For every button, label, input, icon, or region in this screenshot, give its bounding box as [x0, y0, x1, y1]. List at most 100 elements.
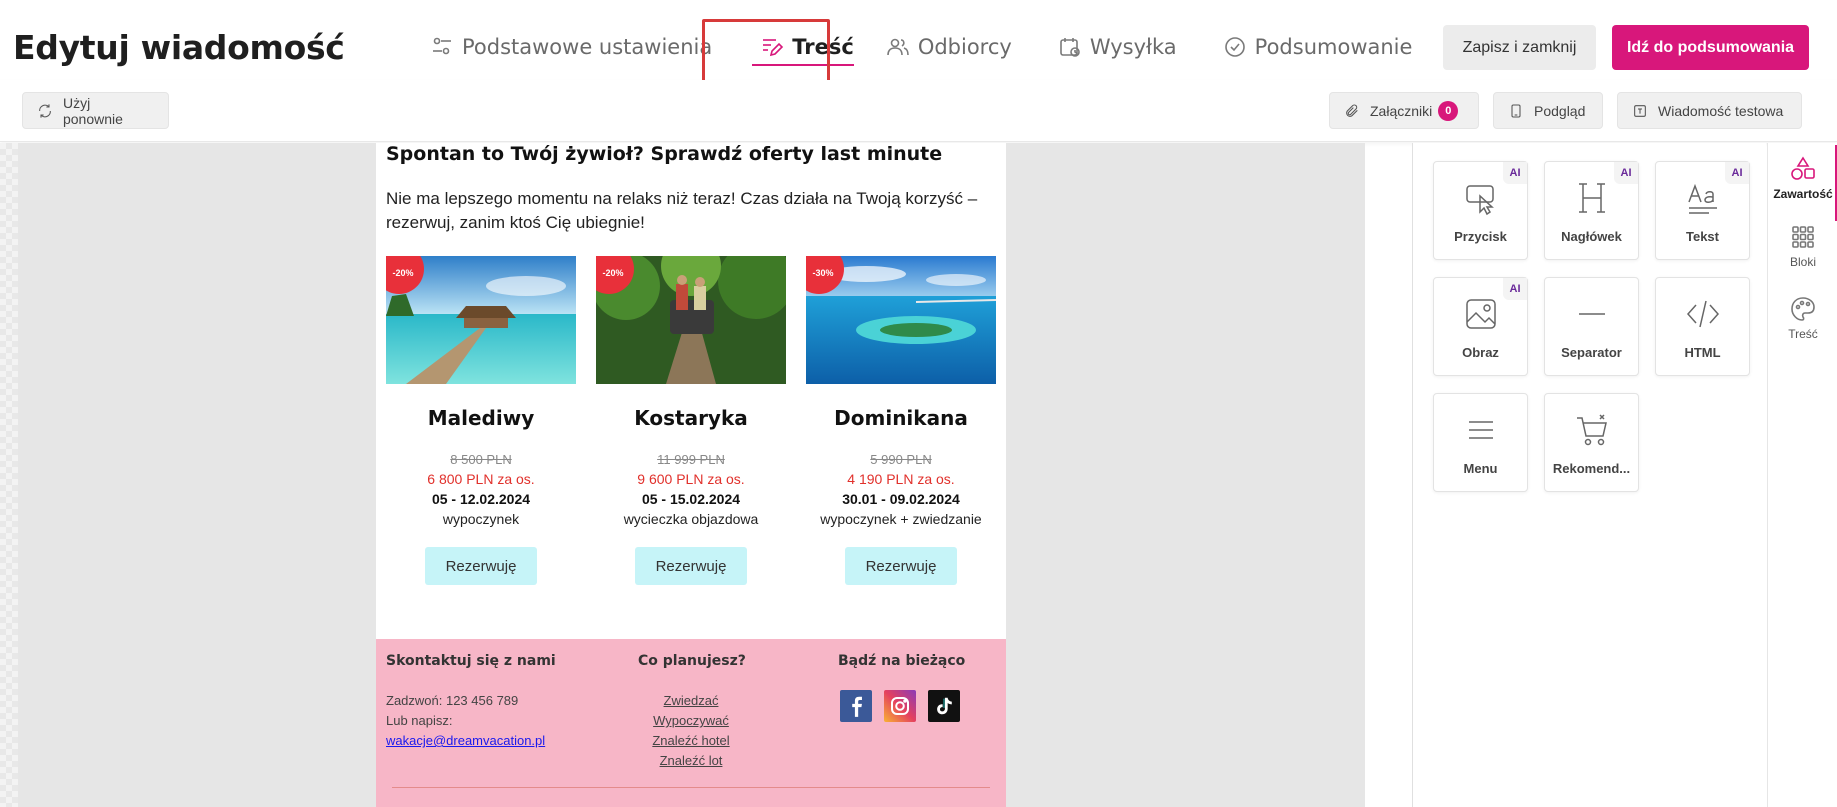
book-button[interactable]: Rezerwuję — [845, 547, 957, 585]
tile-label: Separator — [1561, 345, 1622, 360]
page-title: Edytuj wiadomość — [13, 28, 345, 67]
contact-title: Skontaktuj się z nami — [386, 653, 556, 669]
instagram-icon[interactable] — [884, 690, 916, 722]
step-sending[interactable]: Wysyłka — [1058, 20, 1177, 74]
sidenav-label: Bloki — [1789, 255, 1816, 269]
tiktok-icon[interactable] — [928, 690, 960, 722]
heading-icon — [1578, 183, 1605, 213]
offer-name: Kostaryka — [634, 406, 748, 430]
offer-new-price: 4 190 PLN za os. — [847, 471, 955, 487]
step-label: Treść — [792, 35, 854, 59]
offer-photo: -20% — [386, 256, 576, 384]
step-summary[interactable]: Podsumowanie — [1223, 20, 1413, 74]
sidenav-content[interactable]: Zawartość — [1768, 145, 1837, 221]
preview-label: Podgląd — [1534, 102, 1586, 119]
tile-label: Tekst — [1686, 229, 1719, 244]
image-icon — [1465, 299, 1496, 329]
step-content[interactable]: Treść — [742, 20, 872, 74]
offer-photo: -30% — [806, 256, 996, 384]
offer-old-price: 11 999 PLN — [657, 452, 725, 467]
offer-card: -20% Malediwy 8 500 PLN 6 800 PLN za os.… — [386, 256, 576, 585]
canvas-margin — [0, 143, 18, 807]
shapes-icon — [1791, 156, 1815, 180]
contact-phone: Zadzwoń: 123 456 789 — [386, 693, 519, 708]
sliders-icon — [433, 37, 451, 55]
sidenav-blocks[interactable]: Bloki — [1768, 223, 1837, 287]
offer-name: Dominikana — [834, 406, 968, 430]
social-title: Bądź na bieżąco — [838, 653, 966, 669]
tile-label: Rekomend... — [1552, 461, 1631, 476]
footer-divider — [392, 787, 990, 788]
phone-icon — [1511, 103, 1521, 118]
sidenav-label: Treść — [1788, 327, 1818, 341]
save-and-close-button[interactable]: Zapisz i zamknij — [1443, 25, 1596, 70]
sidenav-label: Zawartość — [1773, 187, 1833, 201]
email-heading: Spontan to Twój żywioł? Sprawdź oferty l… — [386, 143, 943, 165]
email-footer: Skontaktuj się z nami Zadzwoń: 123 456 7… — [376, 639, 1006, 807]
step-label: Podsumowanie — [1254, 35, 1413, 59]
email-preview[interactable]: Spontan to Twój żywioł? Sprawdź oferty l… — [376, 143, 1006, 807]
plan-links: Zwiedzać Wypoczywać Znaleźć hotel Znaleź… — [586, 691, 796, 771]
tile-label: Menu — [1463, 461, 1498, 476]
offer-dates: 05 - 15.02.2024 — [641, 491, 741, 507]
tile-button[interactable]: AI Przycisk — [1433, 161, 1528, 260]
sidenav-style[interactable]: Treść — [1768, 295, 1837, 359]
grid-icon — [1792, 226, 1814, 248]
step-basic-settings[interactable]: Podstawowe ustawienia — [430, 20, 712, 74]
plan-link-hotel[interactable]: Znaleźć hotel — [586, 731, 796, 751]
tile-menu[interactable]: Menu — [1433, 393, 1528, 492]
test-message-label: Wiadomość testowa — [1658, 102, 1784, 119]
code-icon — [1686, 300, 1719, 328]
plan-link-sightseeing[interactable]: Zwiedzać — [586, 691, 796, 711]
reuse-label: Użyj ponownie — [62, 94, 123, 127]
users-icon — [887, 38, 909, 56]
tile-label: HTML — [1684, 345, 1721, 360]
tile-text[interactable]: AI Tekst — [1655, 161, 1750, 260]
test-message-button[interactable]: Wiadomość testowa — [1617, 92, 1802, 129]
facebook-icon[interactable] — [840, 690, 872, 722]
offer-type: wypoczynek — [442, 511, 520, 527]
wizard-steps: Podstawowe ustawienia Treść Odbiorcy Wys… — [430, 20, 1412, 74]
content-blocks-panel: AI Przycisk AI Nagłówek AI Tekst AI Obra… — [1412, 143, 1766, 807]
offer-card: -20% Kostaryka 11 999 PLN 9 600 PLN za o… — [596, 256, 786, 585]
tile-heading[interactable]: AI Nagłówek — [1544, 161, 1639, 260]
editor-toolbar: Użyj ponownie Załączniki 0 Podgląd Wiado… — [0, 80, 1837, 142]
refresh-icon — [39, 103, 51, 118]
calendar-clock-icon — [1060, 38, 1080, 57]
offer-photo: -20% — [596, 256, 786, 384]
separator-icon — [1578, 313, 1605, 315]
tile-separator[interactable]: Separator — [1544, 277, 1639, 376]
reuse-button[interactable]: Użyj ponownie — [22, 92, 169, 129]
step-recipients[interactable]: Odbiorcy — [886, 20, 1012, 74]
contact-email-link[interactable]: wakacje@dreamvacation.pl — [386, 733, 545, 748]
plan-link-relax[interactable]: Wypoczywać — [586, 711, 796, 731]
check-circle-icon — [1224, 37, 1245, 57]
email-canvas: Spontan to Twój żywioł? Sprawdź oferty l… — [0, 143, 1365, 807]
menu-icon — [1468, 421, 1493, 439]
step-label: Wysyłka — [1089, 35, 1177, 59]
step-label: Podstawowe ustawienia — [462, 35, 713, 59]
tile-html[interactable]: HTML — [1655, 277, 1750, 376]
palette-icon — [1791, 297, 1815, 321]
offer-type: wypoczynek + zwiedzanie — [820, 511, 982, 527]
plan-link-flight[interactable]: Znaleźć lot — [586, 751, 796, 771]
attachments-button[interactable]: Załączniki 0 — [1329, 92, 1479, 129]
tile-image[interactable]: AI Obraz — [1433, 277, 1528, 376]
preview-button[interactable]: Podgląd — [1493, 92, 1603, 129]
book-button[interactable]: Rezerwuję — [425, 547, 537, 585]
text-icon — [1687, 183, 1717, 214]
offer-dates: 30.01 - 09.02.2024 — [842, 491, 960, 507]
tile-recommendations[interactable]: Rekomend... — [1544, 393, 1639, 492]
tile-label: Przycisk — [1454, 229, 1507, 244]
book-button[interactable]: Rezerwuję — [635, 547, 747, 585]
go-to-summary-button[interactable]: Idź do podsumowania — [1612, 25, 1809, 70]
offer-new-price: 6 800 PLN za os. — [427, 471, 535, 487]
cart-icon — [1576, 414, 1607, 446]
paperclip-icon — [1346, 104, 1358, 117]
offer-dates: 05 - 12.02.2024 — [431, 491, 531, 507]
offer-name: Malediwy — [427, 406, 535, 430]
edit-content-icon — [763, 39, 784, 57]
email-lead-text: Nie ma lepszego momentu na relaks niż te… — [386, 189, 978, 232]
panel-side-nav: Zawartość Bloki Treść — [1767, 143, 1837, 807]
attachments-label: Załączniki — [1370, 102, 1433, 119]
